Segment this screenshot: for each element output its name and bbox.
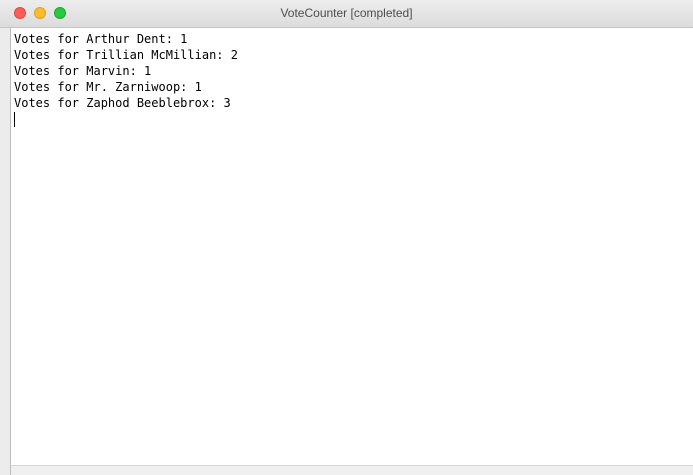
title-bar[interactable]: VoteCounter [completed] [0,0,693,28]
window-title: VoteCounter [completed] [280,6,413,20]
console-line: Votes for Arthur Dent: 1 [14,32,188,46]
console-output[interactable]: Votes for Arthur Dent: 1 Votes for Trill… [10,28,693,465]
text-cursor [14,112,15,127]
console-line: Votes for Mr. Zarniwoop: 1 [14,80,202,94]
console-line: Votes for Zaphod Beeblebrox: 3 [14,96,231,110]
bottom-bar [10,465,693,475]
console-line: Votes for Marvin: 1 [14,64,152,78]
app-window: VoteCounter [completed] Votes for Arthur… [0,0,693,475]
console-line: Votes for Trillian McMillian: 2 [14,48,238,62]
